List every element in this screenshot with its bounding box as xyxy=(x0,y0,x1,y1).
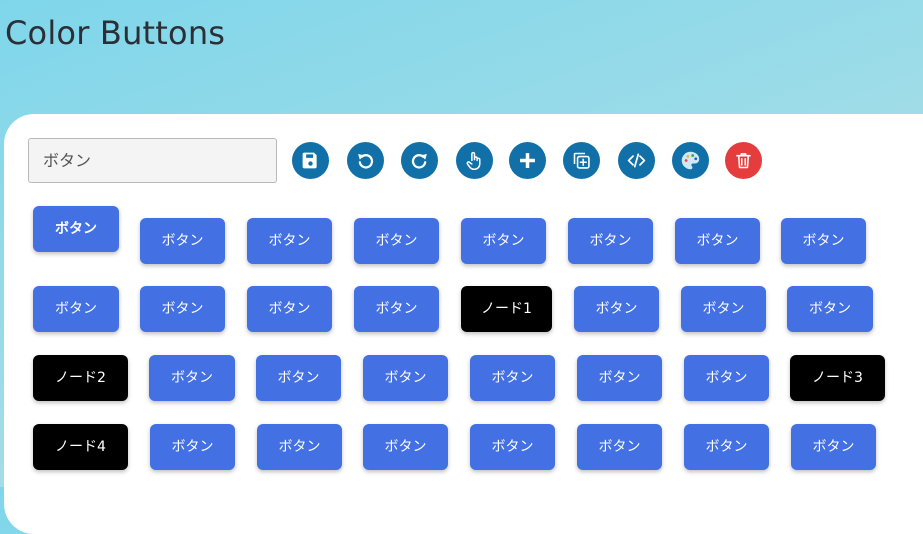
trash-icon xyxy=(736,153,751,169)
hand-pointer-icon xyxy=(466,151,481,170)
color-button[interactable]: ボタン xyxy=(574,286,659,332)
duplicate-button[interactable] xyxy=(563,142,600,179)
color-button[interactable]: ボタン xyxy=(791,424,876,470)
code-button[interactable] xyxy=(618,142,655,179)
hand-pointer-button[interactable] xyxy=(456,142,493,179)
color-button[interactable]: ボタン xyxy=(568,218,653,264)
color-button[interactable]: ボタン xyxy=(363,355,448,401)
color-button[interactable]: ボタン xyxy=(33,206,119,252)
undo-icon xyxy=(358,153,374,169)
color-button[interactable]: ボタン xyxy=(140,286,225,332)
color-button[interactable]: ボタン xyxy=(577,355,662,401)
page-title: Color Buttons xyxy=(5,14,226,52)
delete-button[interactable] xyxy=(725,142,762,179)
save-icon xyxy=(302,152,317,169)
copy-add-icon xyxy=(573,152,590,169)
color-button[interactable]: ボタン xyxy=(781,218,866,264)
color-button[interactable]: ボタン xyxy=(140,218,225,264)
add-button[interactable] xyxy=(509,142,546,179)
palette-button[interactable] xyxy=(672,142,709,179)
color-button[interactable]: ボタン xyxy=(461,218,546,264)
palette-icon xyxy=(681,151,700,170)
node-button[interactable]: ノード4 xyxy=(33,424,128,470)
color-button[interactable]: ボタン xyxy=(681,286,766,332)
color-button[interactable]: ボタン xyxy=(470,355,555,401)
redo-icon xyxy=(411,153,427,169)
undo-button[interactable] xyxy=(347,142,384,179)
color-button[interactable]: ボタン xyxy=(354,218,439,264)
color-button[interactable]: ボタン xyxy=(577,424,662,470)
color-button[interactable]: ボタン xyxy=(354,286,439,332)
node-button[interactable]: ノード2 xyxy=(33,355,128,401)
save-button[interactable] xyxy=(292,142,329,179)
color-button[interactable]: ボタン xyxy=(247,286,332,332)
button-name-input[interactable]: ボタン xyxy=(28,138,277,183)
node-button[interactable]: ノード3 xyxy=(790,355,885,401)
color-button[interactable]: ボタン xyxy=(363,424,448,470)
color-button[interactable]: ボタン xyxy=(33,286,119,332)
color-button[interactable]: ボタン xyxy=(684,355,769,401)
plus-icon xyxy=(520,153,535,168)
color-button[interactable]: ボタン xyxy=(256,355,341,401)
color-button[interactable]: ボタン xyxy=(149,355,235,401)
color-button[interactable]: ボタン xyxy=(247,218,332,264)
color-button[interactable]: ボタン xyxy=(470,424,555,470)
color-button[interactable]: ボタン xyxy=(684,424,769,470)
color-button[interactable]: ボタン xyxy=(257,424,342,470)
code-icon xyxy=(627,153,646,168)
redo-button[interactable] xyxy=(401,142,438,179)
color-button[interactable]: ボタン xyxy=(787,286,873,332)
color-button[interactable]: ボタン xyxy=(675,218,760,264)
color-button[interactable]: ボタン xyxy=(150,424,235,470)
node-button[interactable]: ノード1 xyxy=(461,286,552,332)
